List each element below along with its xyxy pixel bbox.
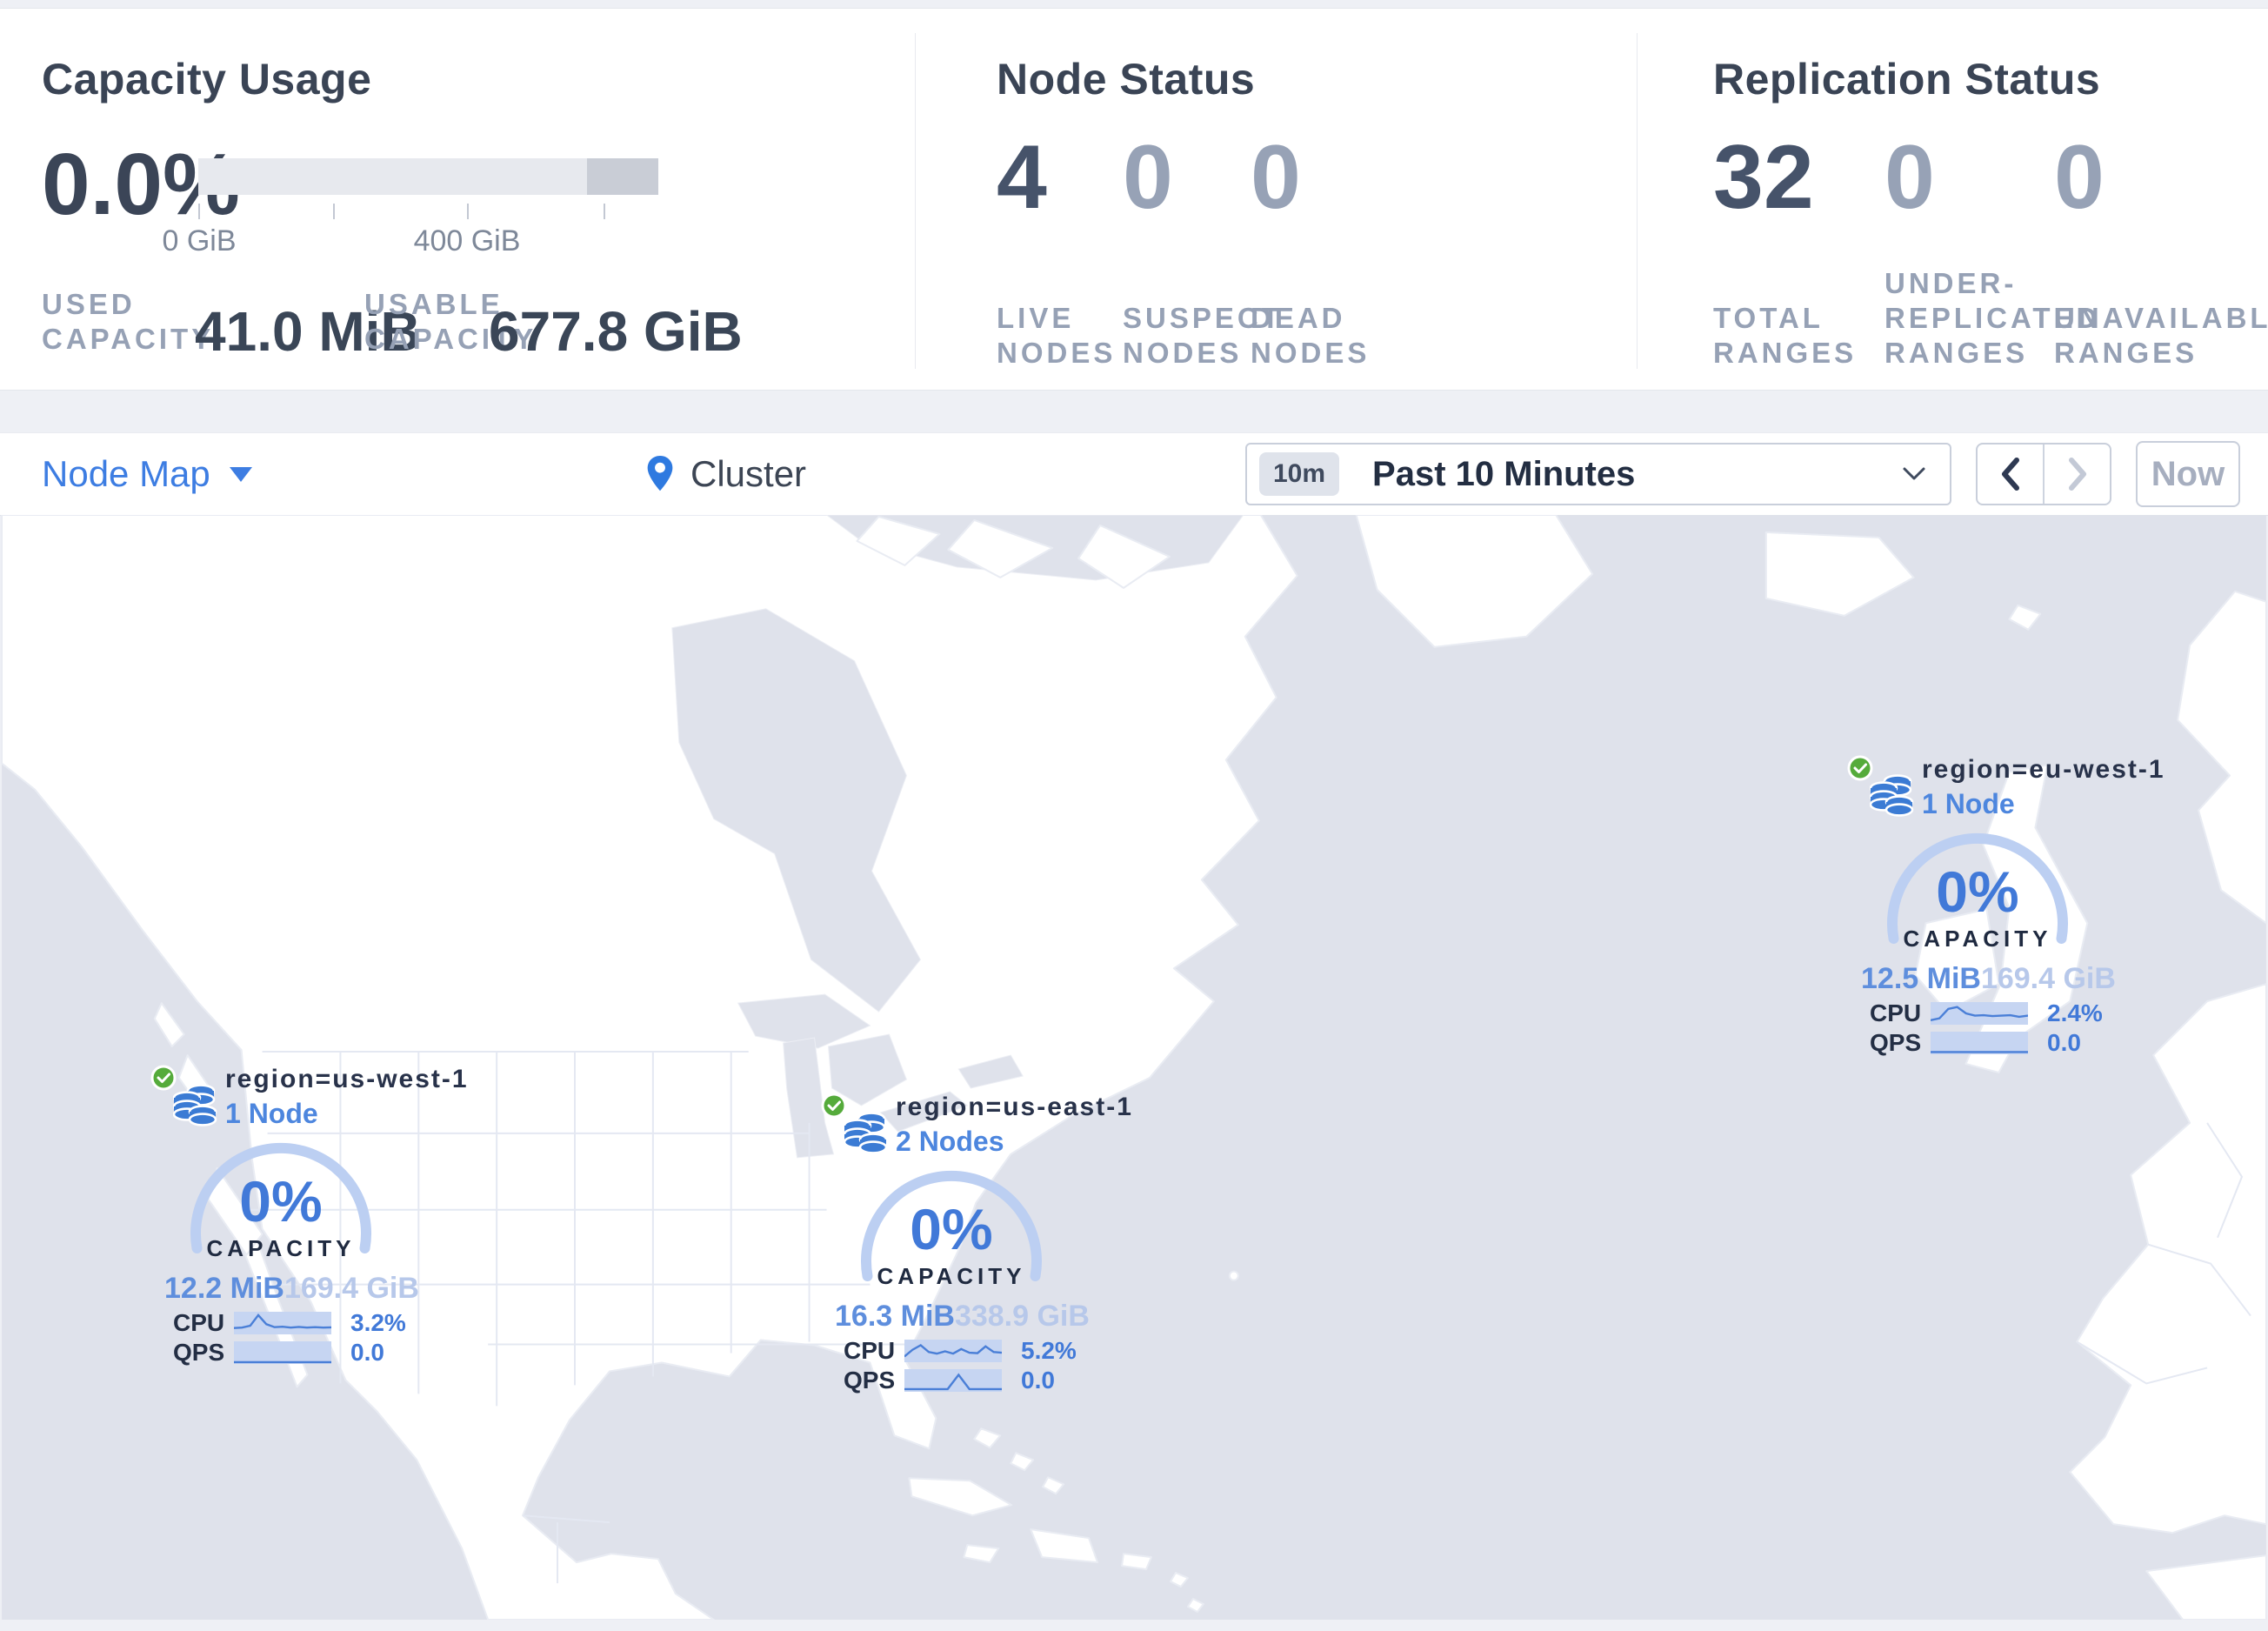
breadcrumb[interactable]: Cluster <box>642 433 806 515</box>
breadcrumb-label: Cluster <box>690 453 807 494</box>
time-window-selector[interactable]: 10m Past 10 Minutes <box>1245 443 1951 505</box>
axis-tick-label: 0 GiB <box>162 224 237 257</box>
axis-tick <box>198 204 200 219</box>
cpu-label: CPU <box>1870 999 1922 1026</box>
gauge-caption: CAPACITY <box>207 1235 356 1261</box>
suspect-nodes-count: 0 <box>1123 127 1173 228</box>
chevron-down-icon <box>229 466 252 482</box>
region-used-capacity: 12.5 MiB <box>1861 962 1981 995</box>
node-status-title: Node Status <box>997 55 1256 104</box>
cpu-value: 5.2% <box>1021 1337 1077 1364</box>
prev-time-button[interactable] <box>1978 445 2043 504</box>
gauge-caption: CAPACITY <box>877 1263 1026 1289</box>
chevron-left-icon <box>2001 458 2019 491</box>
time-window-badge: 10m <box>1259 452 1340 496</box>
region-used-capacity: 12.2 MiB <box>164 1272 284 1305</box>
qps-value: 0.0 <box>1021 1367 1055 1394</box>
database-stack-icon <box>1870 774 1914 817</box>
axis-tick <box>333 204 335 219</box>
qps-label: QPS <box>1870 1029 1922 1056</box>
unavailable-label: UNAVAILABLE RANGES <box>2054 302 2268 369</box>
cpu-sparkline <box>1931 1002 2028 1025</box>
gauge-caption: CAPACITY <box>1904 926 2052 952</box>
region-name: region=us-east-1 <box>896 1093 1133 1121</box>
region-node-count: 1 Node <box>1922 788 2015 819</box>
bermuda <box>1228 1270 1239 1281</box>
map-toolbar: Node Map Cluster 10m Past 10 Minutes Now <box>0 432 2268 516</box>
capacity-bar-segment <box>587 158 658 195</box>
total-ranges-count: 32 <box>1713 127 1814 228</box>
cpu-label: CPU <box>173 1309 225 1336</box>
capacity-bar <box>198 158 658 195</box>
qps-label: QPS <box>844 1367 896 1394</box>
cpu-value: 3.2% <box>350 1309 406 1336</box>
now-button[interactable]: Now <box>2136 441 2240 507</box>
live-nodes-label: LIVE NODES <box>997 302 1117 369</box>
capacity-gauge: 0% CAPACITY <box>1887 832 2068 952</box>
axis-tick-label: 400 GiB <box>413 224 521 257</box>
divider <box>915 33 916 369</box>
region-node-count: 1 Node <box>225 1098 318 1129</box>
capacity-gauge: 0% CAPACITY <box>190 1142 371 1261</box>
cluster-summary-panel: Capacity Usage 0.0% 0 GiB 400 GiB USED C… <box>0 8 2268 391</box>
under-replicated-count: 0 <box>1884 127 1935 228</box>
cpu-sparkline <box>904 1340 1002 1362</box>
node-map[interactable]: region=us-west-1 1 Node 0% CAPACITY 12.2… <box>0 514 2268 1621</box>
time-step-buttons <box>1976 443 2111 505</box>
region-total-capacity: 169.4 GiB <box>1980 962 2116 995</box>
dead-nodes-label: DEAD NODES <box>1251 302 1371 369</box>
used-capacity-label: USED CAPACITY <box>42 288 215 355</box>
axis-tick <box>467 204 469 219</box>
gauge-percent: 0% <box>910 1197 992 1261</box>
database-stack-icon <box>844 1112 888 1154</box>
total-ranges-label: TOTAL RANGES <box>1713 302 1858 369</box>
region-total-capacity: 338.9 GiB <box>954 1300 1090 1333</box>
usable-capacity-value: 677.8 GiB <box>489 300 743 363</box>
axis-tick <box>604 204 605 219</box>
cpu-label: CPU <box>844 1337 896 1364</box>
next-time-button[interactable] <box>2043 445 2110 504</box>
qps-sparkline <box>904 1369 1002 1392</box>
qps-value: 0.0 <box>350 1339 384 1366</box>
chevron-right-icon <box>2068 458 2086 491</box>
divider <box>1637 33 1638 369</box>
replication-status-title: Replication Status <box>1713 55 2101 104</box>
region-total-capacity: 169.4 GiB <box>284 1272 419 1305</box>
qps-value: 0.0 <box>2047 1029 2081 1056</box>
capacity-usage-title: Capacity Usage <box>42 55 372 104</box>
qps-label: QPS <box>173 1339 225 1366</box>
view-selector-dropdown[interactable]: Node Map <box>42 433 252 515</box>
dead-nodes-count: 0 <box>1251 127 1301 228</box>
chevron-down-icon <box>1903 467 1925 480</box>
capacity-gauge: 0% CAPACITY <box>861 1170 1042 1289</box>
cpu-sparkline <box>234 1312 331 1334</box>
time-controls: 10m Past 10 Minutes Now <box>1245 433 2240 515</box>
qps-sparkline <box>234 1341 331 1364</box>
region-node-count: 2 Nodes <box>896 1126 1004 1157</box>
cpu-value: 2.4% <box>2047 999 2103 1026</box>
view-selector-label: Node Map <box>42 453 210 494</box>
gauge-percent: 0% <box>1936 859 2018 924</box>
puerto-rico <box>1121 1553 1152 1571</box>
region-used-capacity: 16.3 MiB <box>835 1300 955 1333</box>
live-nodes-count: 4 <box>997 127 1047 228</box>
unavailable-count: 0 <box>2054 127 2105 228</box>
database-stack-icon <box>173 1084 217 1126</box>
map-pin-icon <box>647 456 673 491</box>
gauge-percent: 0% <box>239 1169 322 1233</box>
region-name: region=us-west-1 <box>225 1065 469 1093</box>
region-name: region=eu-west-1 <box>1922 755 2165 784</box>
time-window-label: Past 10 Minutes <box>1372 454 1636 493</box>
qps-sparkline <box>1931 1032 2028 1054</box>
